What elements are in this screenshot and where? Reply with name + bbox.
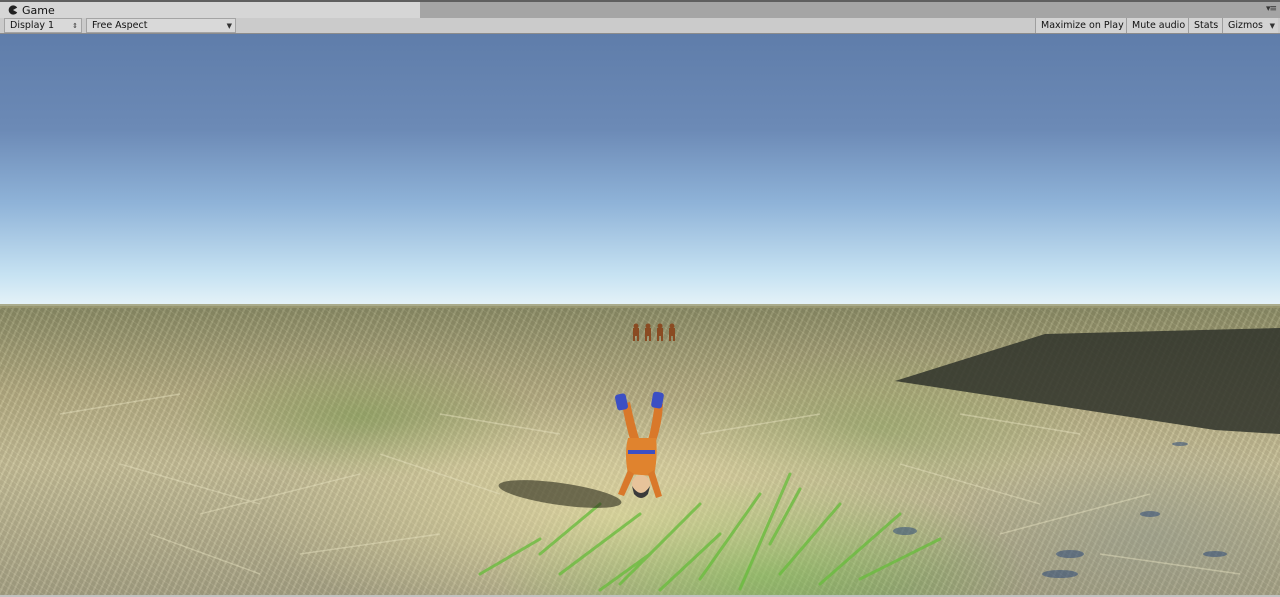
display-value: Display 1 [10,20,55,31]
dark-leaves [893,442,1227,578]
panel-tab-bar: Game ▾≡ [0,0,1280,18]
aspect-dropdown[interactable]: Free Aspect ▼ [86,18,236,33]
display-dropdown[interactable]: Display 1 ⇕ [4,18,82,33]
panel-menu-icon[interactable]: ▾≡ [1266,3,1277,15]
dark-plane-shadow [895,328,1280,434]
mute-audio-button[interactable]: Mute audio [1126,18,1188,33]
maximize-on-play-button[interactable]: Maximize on Play [1035,18,1126,33]
aspect-value: Free Aspect [92,20,148,31]
character-shadow [498,480,622,508]
game-panel: Game ▾≡ Display 1 ⇕ Free Aspect ▼ Maximi… [0,0,1280,597]
gizmos-dropdown[interactable]: Gizmos ▼ [1222,18,1278,33]
player-character [615,391,664,498]
tab-title: Game [22,3,55,17]
dropdown-arrow-icon: ▼ [226,21,232,30]
distant-characters [633,323,675,341]
stats-label: Stats [1194,20,1219,31]
maximize-on-play-label: Maximize on Play [1041,20,1124,31]
game-toolbar: Display 1 ⇕ Free Aspect ▼ Maximize on Pl… [0,18,1280,34]
pacman-game-icon [6,3,20,17]
up-down-arrow-icon: ⇕ [72,21,78,30]
stats-button[interactable]: Stats [1188,18,1222,33]
game-view[interactable] [0,34,1280,595]
mute-audio-label: Mute audio [1132,20,1186,31]
game-scene [0,304,1280,592]
game-tab[interactable]: Game [0,2,420,18]
dropdown-arrow-icon: ▼ [1269,21,1275,30]
gizmos-label: Gizmos [1228,20,1264,31]
